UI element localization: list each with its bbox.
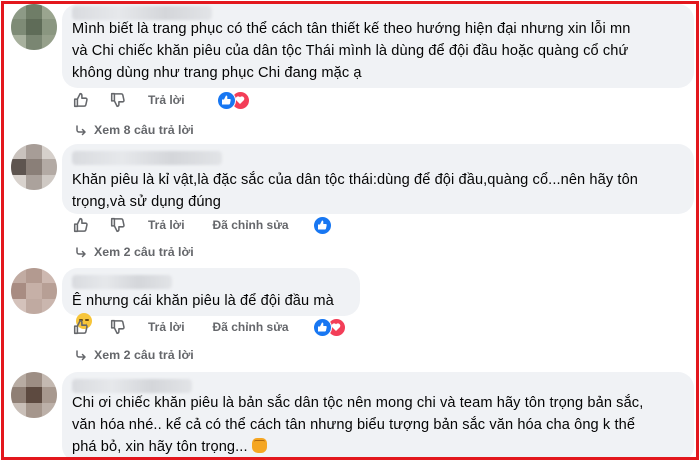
dislike-icon[interactable]	[109, 91, 127, 109]
comment-bubble: Ê nhưng cái khăn piêu là để đội đầu mà	[62, 268, 360, 329]
avatar-blurred[interactable]	[11, 144, 57, 190]
view-replies-link[interactable]: Xem 2 câu trả lời	[74, 346, 194, 364]
edited-label[interactable]: Đã chỉnh sửa	[213, 218, 289, 232]
avatar-blurred[interactable]	[11, 268, 57, 314]
like-reaction-icon	[312, 317, 332, 337]
avatar-blurred[interactable]	[11, 372, 57, 418]
reaction-summary[interactable]	[312, 215, 332, 235]
author-name-blurred[interactable]	[72, 275, 172, 289]
raised-fist-emoji-icon	[251, 438, 267, 453]
comment-text: Mình biết là trang phục có thể cách tân …	[72, 21, 631, 81]
comment-text: Khăn piêu là kỉ vật,là đặc sắc của dân t…	[72, 172, 638, 210]
reaction-summary[interactable]	[312, 317, 346, 337]
like-reaction-icon	[312, 215, 332, 235]
comment-bubble: Chi ơi chiếc khăn piêu là bản sắc dân tộ…	[62, 372, 694, 457]
comment-actions: Trả lời Đã chỉnh sửa	[72, 215, 332, 235]
reaction-summary[interactable]	[216, 90, 250, 110]
reply-button[interactable]: Trả lời	[148, 218, 185, 232]
view-replies-link[interactable]: Xem 2 câu trả lời	[74, 243, 194, 261]
view-replies-label: Xem 2 câu trả lời	[94, 348, 194, 362]
comment-bubble: Mình biết là trang phục có thể cách tân …	[62, 4, 694, 88]
like-icon[interactable]	[72, 318, 90, 336]
reply-button[interactable]: Trả lời	[148, 320, 185, 334]
author-name-blurred[interactable]	[72, 379, 192, 393]
view-replies-label: Xem 8 câu trả lời	[94, 123, 194, 137]
comment-actions: Trả lời	[72, 90, 250, 110]
comment-text-content: Ê nhưng cái khăn piêu là để đội đầu mà	[72, 293, 334, 309]
reply-arrow-icon	[76, 125, 86, 136]
edited-label[interactable]: Đã chỉnh sửa	[213, 320, 289, 334]
like-icon[interactable]	[72, 216, 90, 234]
reply-arrow-icon	[76, 247, 86, 258]
comment-bubble: Khăn piêu là kỉ vật,là đặc sắc của dân t…	[62, 144, 694, 214]
view-replies-link[interactable]: Xem 8 câu trả lời	[74, 121, 194, 139]
dislike-icon[interactable]	[109, 216, 127, 234]
like-icon[interactable]	[72, 91, 90, 109]
like-reaction-icon	[216, 90, 236, 110]
screenshot-frame: Mình biết là trang phục có thể cách tân …	[1, 1, 699, 460]
author-name-blurred[interactable]	[72, 151, 222, 165]
reply-arrow-icon	[76, 350, 86, 361]
reply-button[interactable]: Trả lời	[148, 93, 185, 107]
comment-text: Chi ơi chiếc khăn piêu là bản sắc dân tộ…	[72, 392, 682, 457]
comment-actions: Trả lời Đã chỉnh sửa	[72, 317, 346, 337]
avatar-blurred[interactable]	[11, 4, 57, 50]
view-replies-label: Xem 2 câu trả lời	[94, 245, 194, 259]
dislike-icon[interactable]	[109, 318, 127, 336]
comment-text-content: Chi ơi chiếc khăn piêu là bản sắc dân tộ…	[72, 395, 644, 455]
